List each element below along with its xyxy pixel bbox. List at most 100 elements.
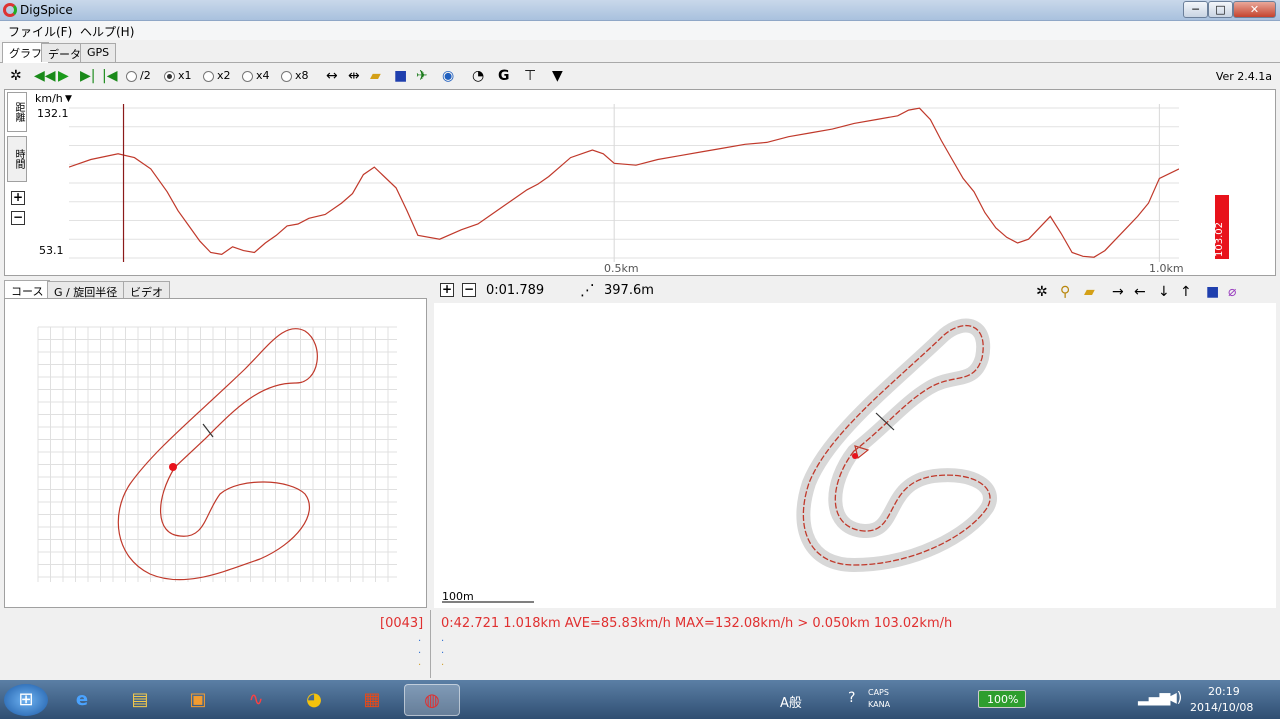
speed-chart[interactable] bbox=[69, 104, 1179, 262]
app-icon bbox=[3, 3, 17, 17]
status-dot: · bbox=[441, 636, 445, 647]
minimize-button[interactable]: ─ bbox=[1183, 1, 1208, 18]
clock-time[interactable]: 20:19 bbox=[1208, 685, 1240, 698]
status-dot: · bbox=[418, 636, 422, 647]
window-title: DigSpice bbox=[20, 3, 73, 17]
course-trace bbox=[117, 328, 318, 581]
menu-help[interactable]: ヘルプ(H) bbox=[80, 23, 134, 40]
unit-dropdown-icon[interactable]: ▼ bbox=[65, 94, 72, 104]
shrink-horizontal-icon[interactable]: ⇹ bbox=[348, 67, 360, 85]
ie-icon[interactable]: e bbox=[62, 684, 102, 716]
explorer-icon[interactable]: ▤ bbox=[120, 684, 160, 716]
map-zoom-in-button[interactable]: + bbox=[440, 283, 454, 297]
version-label: Ver 2.4.1a bbox=[1215, 70, 1272, 83]
pulse-app-icon[interactable]: ∿ bbox=[236, 684, 276, 716]
start-button[interactable]: ⊞ bbox=[4, 684, 48, 716]
menu-file[interactable]: ファイル(F) bbox=[8, 23, 72, 40]
track-map bbox=[442, 318, 997, 603]
speed-x8-label: x8 bbox=[295, 69, 309, 82]
stopwatch-icon[interactable]: ◔ bbox=[472, 67, 484, 85]
globe-icon[interactable]: ◉ bbox=[442, 67, 454, 85]
eraser-icon[interactable]: ⌀ bbox=[1228, 283, 1236, 301]
sample-index: [0043] bbox=[380, 616, 424, 631]
side-tab-distance[interactable]: 距離 bbox=[7, 92, 27, 132]
close-button[interactable]: ✕ bbox=[1233, 1, 1276, 18]
media-player-icon[interactable]: ▣ bbox=[178, 684, 218, 716]
play-icon[interactable]: ▶ bbox=[58, 67, 69, 85]
step-forward-icon[interactable]: ▶| bbox=[80, 67, 95, 85]
open-folder-icon[interactable]: ▰ bbox=[370, 67, 381, 85]
battery-indicator[interactable]: 100% bbox=[978, 690, 1026, 708]
volume-icon[interactable]: ◀) bbox=[1166, 690, 1182, 706]
status-dot: · bbox=[418, 648, 422, 659]
clock-date[interactable]: 2014/10/08 bbox=[1190, 701, 1253, 714]
distance-readout: 397.6m bbox=[604, 283, 654, 298]
speed-x1-radio[interactable] bbox=[164, 71, 175, 82]
course-tabs: コース G / 旋回半径 ビデオ bbox=[4, 280, 427, 301]
taskbar: ⊞ e ▤ ▣ ∿ ◕ ▦ ◍ A般 CAPS KANA ? 100% ▂▄▆ … bbox=[0, 680, 1280, 719]
status-divider bbox=[430, 610, 431, 678]
g-force-icon[interactable]: G bbox=[498, 67, 510, 85]
pan-up-icon[interactable]: ↑ bbox=[1180, 283, 1192, 301]
chrome-icon[interactable]: ◕ bbox=[294, 684, 334, 716]
rewind-icon[interactable]: ◀◀ bbox=[34, 67, 56, 85]
title-bar: DigSpice ─ □ ✕ bbox=[0, 0, 1280, 21]
lap-info: 0:42.721 1.018km AVE=85.83km/h MAX=132.0… bbox=[441, 616, 953, 631]
kana-indicator: KANA bbox=[868, 700, 891, 709]
altitude-icon[interactable]: ⊤ bbox=[524, 67, 536, 85]
distance-icon: ⋰ bbox=[580, 281, 595, 299]
digspice-taskbar-icon[interactable]: ◍ bbox=[404, 684, 460, 716]
speed-x8-radio[interactable] bbox=[281, 71, 292, 82]
x-mid-label: 0.5km bbox=[604, 262, 639, 275]
battery-percent: 100% bbox=[987, 693, 1019, 706]
zoom-out-button[interactable]: − bbox=[11, 211, 25, 225]
satellite-icon[interactable]: ✈ bbox=[416, 67, 428, 85]
playback-toolbar: ✲ ◀◀ ▶ ▶| |◀ /2 x1 x2 x4 x8 ↔ ⇹ ▰ ■ ✈ ◉ … bbox=[4, 64, 1276, 88]
speed-graph-panel: 距離 時間 + − km/h ▼ 132.1 53.1 0.5km 1.0km … bbox=[4, 89, 1276, 276]
current-position-dot bbox=[169, 463, 177, 471]
current-speed-bar-track: 103.02 bbox=[1214, 162, 1229, 259]
speed-half-radio[interactable] bbox=[126, 71, 137, 82]
map-reset-icon[interactable]: ✲ bbox=[1036, 283, 1048, 301]
pan-right-icon[interactable]: → bbox=[1112, 283, 1124, 301]
ime-indicator[interactable]: A般 bbox=[780, 692, 802, 711]
status-dot: · bbox=[441, 648, 445, 659]
side-tab-time[interactable]: 時間 bbox=[7, 136, 27, 182]
start-finish-marker bbox=[202, 423, 214, 438]
lap-time-readout: 0:01.789 bbox=[486, 283, 545, 298]
main-tabs: グラフ データ GPS bbox=[0, 42, 1280, 63]
map-save-icon[interactable]: ■ bbox=[1206, 283, 1219, 301]
speed-half-label: /2 bbox=[140, 69, 151, 82]
map-open-folder-icon[interactable]: ▰ bbox=[1084, 283, 1095, 301]
help-icon[interactable]: ? bbox=[848, 690, 855, 706]
map-search-icon[interactable]: ⚲ bbox=[1060, 283, 1070, 301]
caps-indicator: CAPS bbox=[868, 688, 889, 697]
status-dot: · bbox=[418, 660, 422, 671]
step-back-icon[interactable]: |◀ bbox=[102, 67, 117, 85]
dropdown-icon[interactable]: ▼ bbox=[552, 67, 563, 85]
app-grid-icon[interactable]: ▦ bbox=[352, 684, 392, 716]
gps-map-view[interactable]: 100m bbox=[434, 303, 1276, 608]
status-area: [0043] 0:42.721 1.018km AVE=85.83km/h MA… bbox=[4, 610, 1276, 678]
maximize-button[interactable]: □ bbox=[1208, 1, 1233, 18]
status-dot: · bbox=[441, 660, 445, 671]
tab-gps[interactable]: GPS bbox=[80, 43, 117, 62]
course-grid-map[interactable] bbox=[5, 299, 426, 607]
speed-x4-radio[interactable] bbox=[242, 71, 253, 82]
y-unit-label: km/h bbox=[35, 92, 63, 105]
pan-left-icon[interactable]: ← bbox=[1134, 283, 1146, 301]
pan-down-icon[interactable]: ↓ bbox=[1158, 283, 1170, 301]
speed-x1-label: x1 bbox=[178, 69, 192, 82]
zoom-in-button[interactable]: + bbox=[11, 191, 25, 205]
map-toolbar: + − 0:01.789 ⋰ 397.6m ✲ ⚲ ▰ → ← ↓ ↑ ■ ⌀ bbox=[434, 280, 1276, 302]
save-icon[interactable]: ■ bbox=[394, 67, 407, 85]
speed-x2-radio[interactable] bbox=[203, 71, 214, 82]
reset-icon[interactable]: ✲ bbox=[10, 67, 22, 85]
y-min-label: 53.1 bbox=[39, 244, 64, 257]
map-zoom-out-button[interactable]: − bbox=[462, 283, 476, 297]
scale-label: 100m bbox=[442, 590, 474, 603]
speed-x4-label: x4 bbox=[256, 69, 270, 82]
speed-x2-label: x2 bbox=[217, 69, 231, 82]
course-panel bbox=[4, 298, 427, 608]
expand-horizontal-icon[interactable]: ↔ bbox=[326, 67, 338, 85]
